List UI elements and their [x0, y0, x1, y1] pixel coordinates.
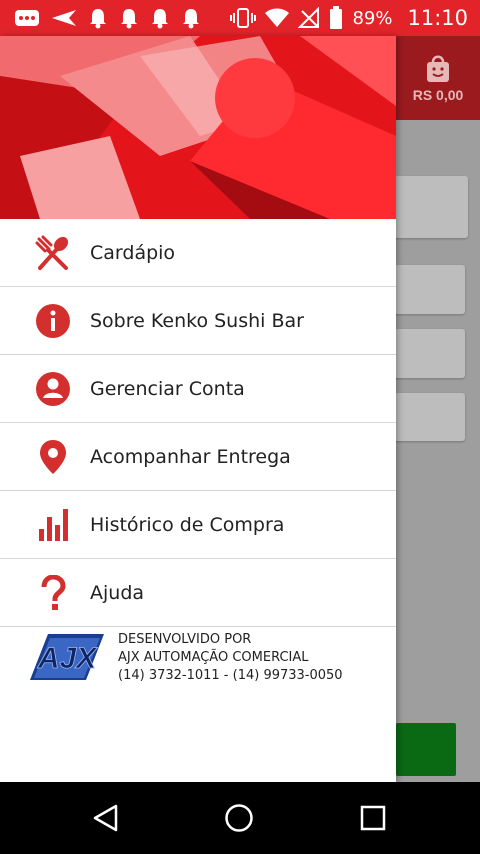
recents-square-icon: [360, 805, 386, 831]
developer-phone: (14) 3732-1011 - (14) 99733-0050: [118, 668, 343, 683]
home-button[interactable]: [219, 798, 259, 838]
navigation-drawer: Cardápio Sobre Kenko Sushi Bar Gerenciar…: [0, 36, 396, 782]
menu-item-label: Cardápio: [90, 241, 176, 264]
system-icons: 89% 11:10: [230, 0, 468, 36]
account-icon: [34, 370, 72, 408]
developer-line-1: DESENVOLVIDO POR: [118, 632, 252, 647]
menu-item-label: Histórico de Compra: [90, 513, 285, 536]
menu-item-gerenciar-conta[interactable]: Gerenciar Conta: [0, 355, 396, 423]
send-icon: [52, 10, 76, 26]
developer-info: DESENVOLVIDO POR AJX AUTOMAÇÃO COMERCIAL…: [118, 631, 343, 685]
menu-item-label: Sobre Kenko Sushi Bar: [90, 309, 304, 332]
home-circle-icon: [225, 804, 253, 832]
menu-item-acompanhar-entrega[interactable]: Acompanhar Entrega: [0, 423, 396, 491]
drawer-menu: Cardápio Sobre Kenko Sushi Bar Gerenciar…: [0, 219, 396, 627]
cart-total: RS 0,00: [412, 87, 464, 103]
menu-item-label: Acompanhar Entrega: [90, 445, 291, 468]
no-signal-icon: [298, 7, 320, 28]
location-pin-icon: [34, 438, 72, 476]
developer-footer: AJX DESENVOLVIDO POR AJX AUTOMAÇÃO COMER…: [0, 624, 396, 694]
background-action-button: [396, 723, 456, 776]
bell-icon: [183, 9, 199, 29]
question-icon: [34, 574, 72, 612]
menu-item-cardapio[interactable]: Cardápio: [0, 219, 396, 287]
vibrate-icon: [230, 8, 257, 28]
system-navigation-bar: [0, 782, 480, 854]
wifi-icon: [265, 8, 290, 27]
menu-item-label: Gerenciar Conta: [90, 377, 245, 400]
shopping-bag-icon: [427, 55, 449, 82]
menu-item-label: Ajuda: [90, 581, 145, 604]
menu-item-historico[interactable]: Histórico de Compra: [0, 491, 396, 559]
cart-button[interactable]: RS 0,00: [396, 36, 480, 120]
bell-icon: [90, 9, 106, 29]
battery-icon: [330, 6, 343, 29]
clock: 11:10: [407, 6, 468, 30]
menu-item-ajuda[interactable]: Ajuda: [0, 559, 396, 627]
bell-icon: [152, 9, 168, 29]
recents-button[interactable]: [353, 798, 393, 838]
svg-text:AJX: AJX: [37, 642, 98, 675]
back-button[interactable]: [86, 798, 126, 838]
drawer-header-banner: [0, 36, 396, 219]
info-icon: [34, 302, 72, 340]
ajx-logo: AJX: [30, 634, 104, 680]
message-icon: [15, 10, 39, 26]
battery-percent: 89%: [352, 7, 393, 29]
notification-icons: [14, 0, 201, 36]
back-triangle-icon: [93, 804, 118, 832]
menu-item-sobre[interactable]: Sobre Kenko Sushi Bar: [0, 287, 396, 355]
bell-icon: [121, 9, 137, 29]
developer-line-2: AJX AUTOMAÇÃO COMERCIAL: [118, 650, 309, 665]
header-graphic: [0, 36, 396, 219]
fork-spoon-icon: [34, 234, 72, 272]
status-bar: 89% 11:10: [0, 0, 480, 36]
bar-chart-icon: [34, 506, 72, 544]
